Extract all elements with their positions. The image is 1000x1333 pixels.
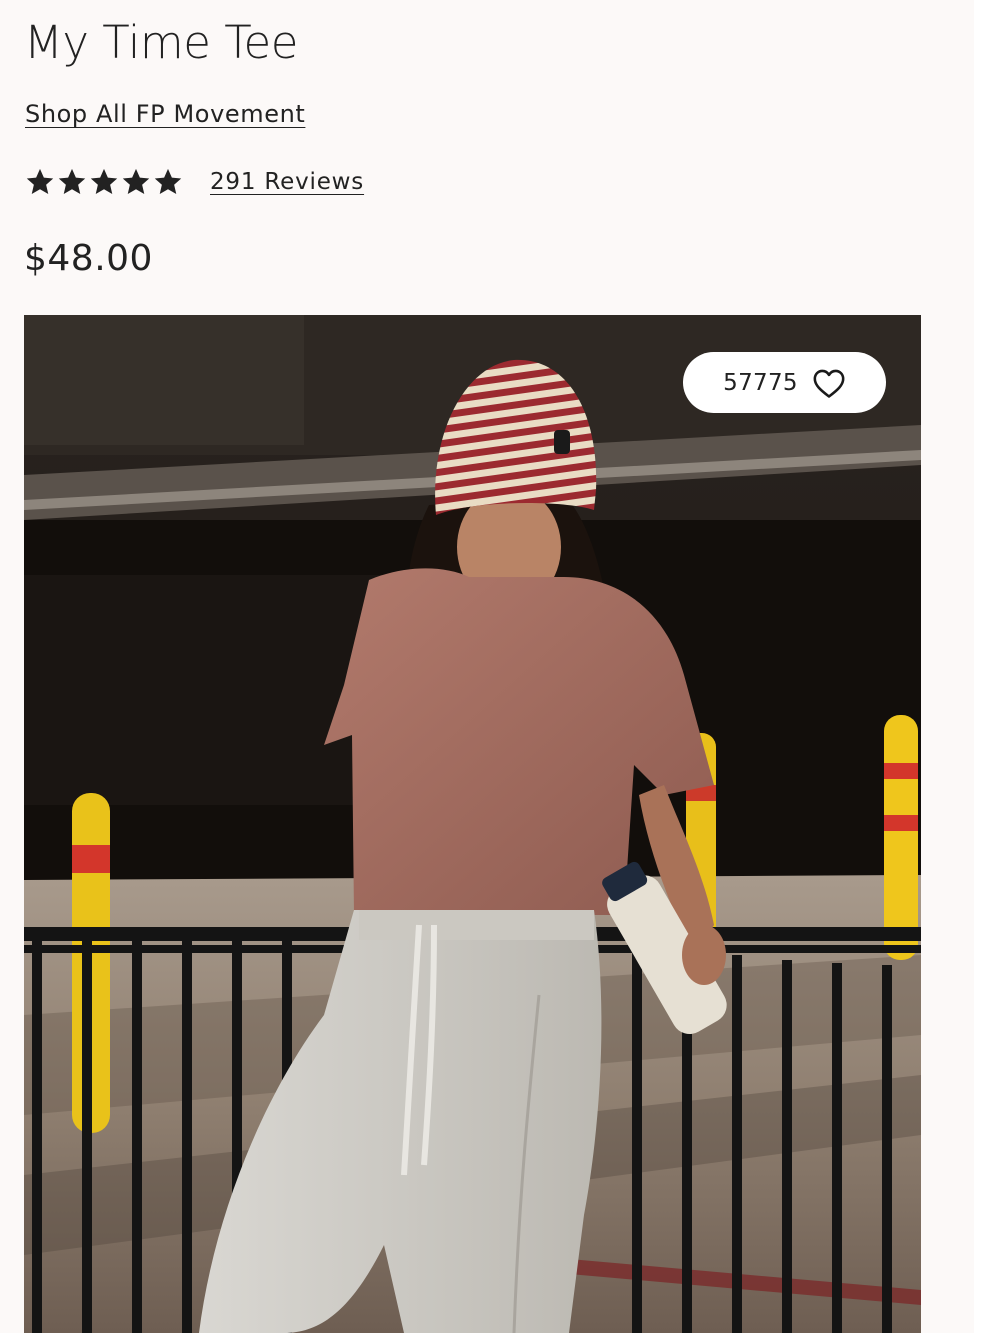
star-rating[interactable] [24, 166, 184, 198]
star-icon [122, 168, 150, 194]
page-gutter [974, 0, 1000, 1333]
product-photo [24, 315, 921, 1333]
reviews-link[interactable]: 291 Reviews [210, 169, 364, 195]
product-detail-page: My Time Tee Shop All FP Movement 291 Rev… [0, 0, 974, 1333]
shop-all-link[interactable]: Shop All FP Movement [25, 100, 305, 128]
star-icon [154, 168, 182, 194]
star-icon [58, 168, 86, 194]
heart-outline-icon [813, 369, 845, 398]
star-icon [90, 168, 118, 194]
favorites-count: 57775 [723, 369, 798, 396]
product-title: My Time Tee [24, 16, 298, 69]
favorite-button[interactable]: 57775 [683, 352, 886, 413]
rating-row: 291 Reviews [24, 162, 364, 202]
product-price: $48.00 [24, 238, 153, 279]
product-image[interactable]: 57775 [24, 315, 921, 1333]
star-icon [26, 168, 54, 194]
